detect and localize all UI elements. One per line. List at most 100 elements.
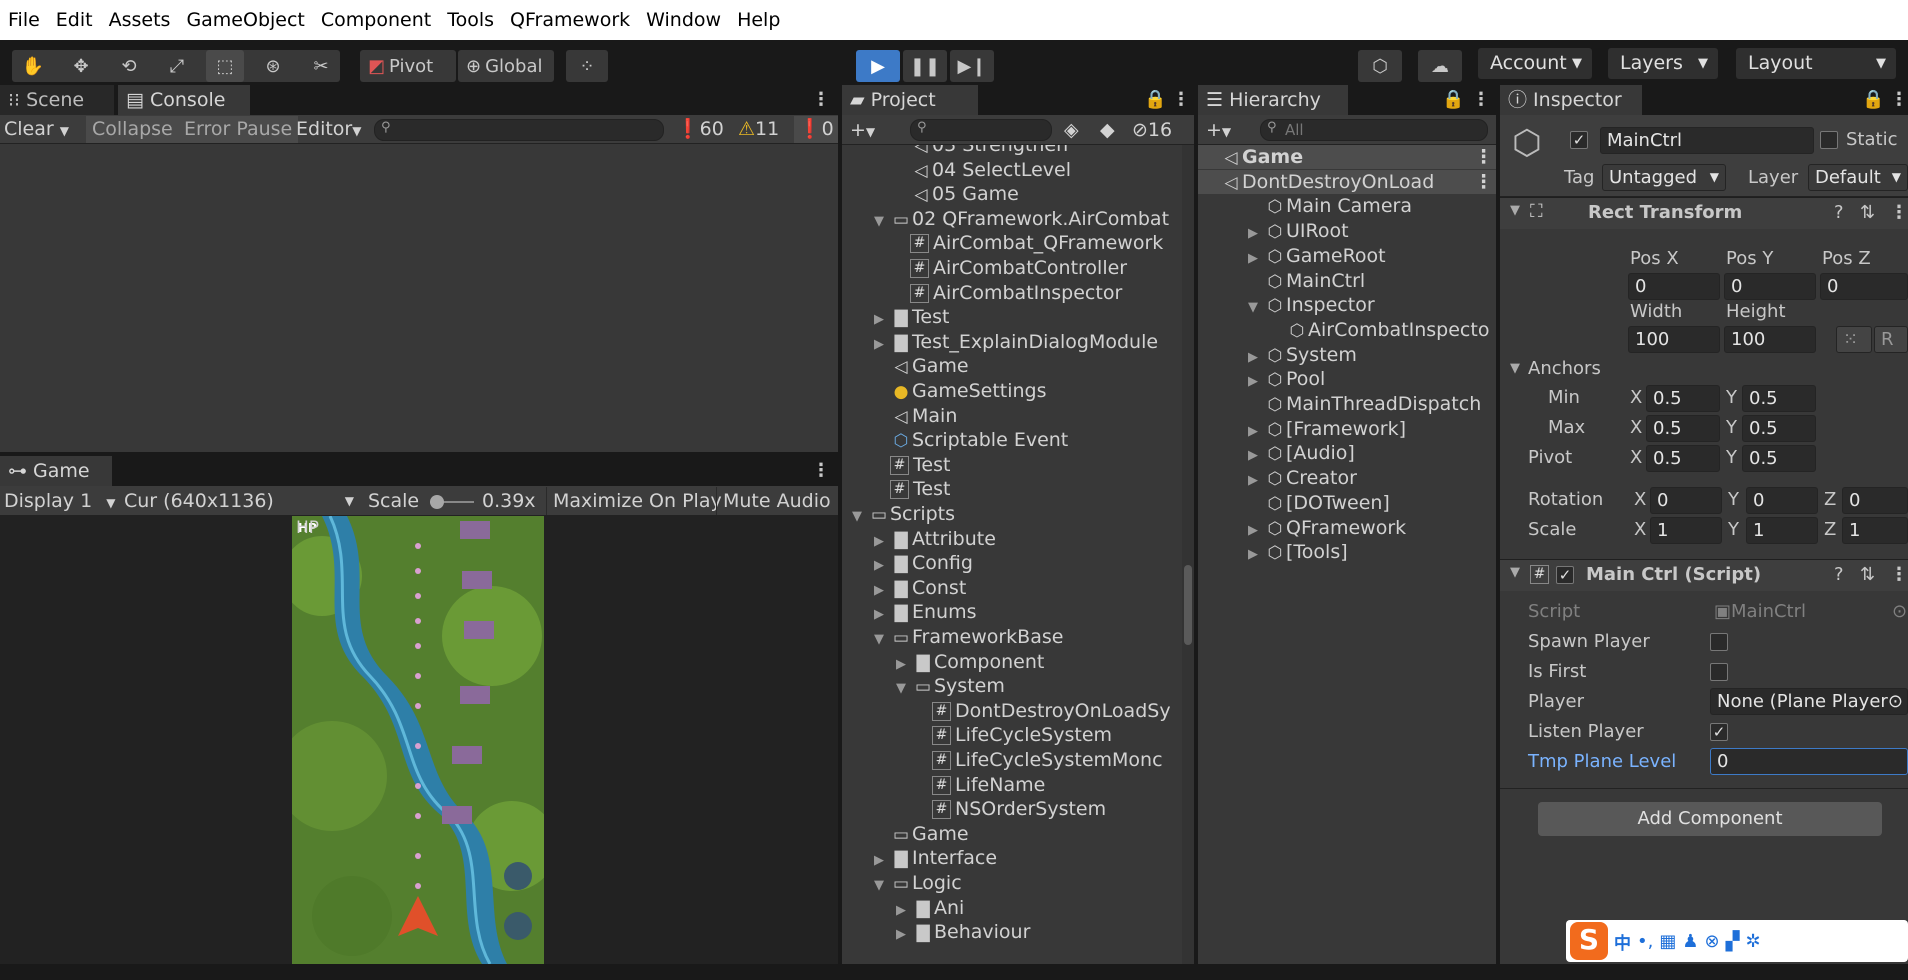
main-ctrl-script-header[interactable]: ▼ # ✓ Main Ctrl (Script) ? ⇅ ⋮ <box>1500 559 1908 591</box>
scale-x-input[interactable]: 1 <box>1650 517 1722 544</box>
chevron-down-icon[interactable]: ▼ <box>896 677 912 701</box>
more-icon[interactable]: ⋮ <box>1472 89 1490 110</box>
project-scrollbar[interactable] <box>1182 145 1194 964</box>
tab-inspector[interactable]: ⓘ Inspector <box>1500 85 1642 115</box>
hierarchy-item[interactable]: ⬡ Main Camera <box>1248 194 1412 218</box>
ime-settings-icon[interactable]: ✲ <box>1745 931 1760 952</box>
project-item[interactable]: ▶ ▇ Enums <box>874 600 977 624</box>
rotation-z-input[interactable]: 0 <box>1842 487 1908 514</box>
chevron-right-icon[interactable]: ▶ <box>874 554 890 578</box>
target-icon[interactable]: ⊙ <box>1888 689 1903 714</box>
more-icon[interactable]: ⋮ <box>812 460 830 481</box>
add-component-button[interactable]: Add Component <box>1538 802 1882 836</box>
more-icon[interactable]: ⋮ <box>1474 145 1493 169</box>
step-button[interactable]: ▶❙ <box>950 50 994 82</box>
script-field-value[interactable]: ▣MainCtrl <box>1714 601 1806 622</box>
chevron-down-icon[interactable]: ▼ <box>852 505 868 529</box>
project-item[interactable]: ▭ Game <box>874 822 969 846</box>
create-button[interactable]: +▼ <box>850 118 875 142</box>
transform-tool-icon[interactable]: ⊛ <box>254 50 292 82</box>
chevron-down-icon[interactable]: ▼ <box>874 210 890 234</box>
hidden-packages-toggle[interactable]: ⊘16 <box>1132 118 1172 142</box>
scrollbar-thumb[interactable] <box>1184 565 1192 645</box>
ime-game-icon[interactable]: ⊗ <box>1705 931 1720 952</box>
grid-snap-icon[interactable]: ⁘ <box>566 50 608 82</box>
collab-icon[interactable]: ⬡ <box>1358 50 1402 82</box>
error-pause-button[interactable]: Error Pause <box>178 116 299 143</box>
scale-z-input[interactable]: 1 <box>1842 517 1908 544</box>
posy-input[interactable]: 0 <box>1724 273 1816 300</box>
pivot-y-input[interactable]: 0.5 <box>1742 445 1816 472</box>
maximize-on-play-button[interactable]: Maximize On Play <box>546 487 728 515</box>
pause-button[interactable]: ❚❚ <box>903 50 947 82</box>
scale-y-input[interactable]: 1 <box>1746 517 1818 544</box>
blueprint-mode-icon[interactable]: ⁙ <box>1836 326 1872 353</box>
cloud-icon[interactable]: ☁ <box>1418 50 1462 82</box>
spawn-player-checkbox[interactable] <box>1710 633 1728 651</box>
hierarchy-item[interactable]: ⬡ MainCtrl <box>1248 269 1366 293</box>
project-item[interactable]: ▶ ▇ Interface <box>874 846 997 870</box>
chevron-right-icon[interactable]: ▶ <box>896 653 912 677</box>
layout-dropdown[interactable]: Layout ▼ <box>1736 48 1896 79</box>
play-button[interactable]: ▶ <box>856 50 900 82</box>
width-input[interactable]: 100 <box>1628 326 1720 353</box>
project-item[interactable]: # Test <box>874 453 950 477</box>
clear-button[interactable]: Clear ▼ <box>4 117 69 141</box>
custom-tool-icon[interactable]: ✂ <box>302 50 340 82</box>
hierarchy-scene-row[interactable]: ◁ Game <box>1204 145 1303 169</box>
chevron-right-icon[interactable]: ▶ <box>1248 346 1264 370</box>
log-count-badge[interactable]: ❗60 <box>676 117 724 141</box>
anchor-min-y-input[interactable]: 0.5 <box>1742 385 1816 412</box>
more-icon[interactable]: ⋮ <box>1172 89 1190 110</box>
hierarchy-item[interactable]: ▼ ⬡ Inspector <box>1248 293 1375 317</box>
menu-component[interactable]: Component <box>313 9 439 31</box>
static-checkbox[interactable] <box>1820 131 1838 149</box>
pivot-x-input[interactable]: 0.5 <box>1646 445 1720 472</box>
project-item[interactable]: ▼ ▭ 02 QFramework.AirCombat <box>874 207 1169 231</box>
ime-punct-icon[interactable]: •, <box>1637 931 1653 952</box>
ime-apps-icon[interactable]: ▞ <box>1726 931 1740 952</box>
chevron-right-icon[interactable]: ▶ <box>874 308 890 332</box>
chevron-right-icon[interactable]: ▶ <box>1248 543 1264 567</box>
tmp-plane-level-input[interactable]: 0 <box>1710 748 1908 775</box>
chevron-right-icon[interactable]: ▶ <box>1248 222 1264 246</box>
menu-qframework[interactable]: QFramework <box>502 9 638 31</box>
scale-slider[interactable] <box>430 495 474 509</box>
ime-chinese-icon[interactable]: 中 <box>1614 929 1631 954</box>
chevron-right-icon[interactable]: ▶ <box>874 849 890 873</box>
game-viewport[interactable]: HP HP <box>0 516 838 964</box>
hierarchy-scene-row[interactable]: ◁ DontDestroyOnLoad <box>1204 170 1434 194</box>
sogou-logo-icon[interactable]: S <box>1570 922 1608 960</box>
layer-dropdown[interactable]: Default ▼ <box>1808 164 1908 191</box>
menu-gameobject[interactable]: GameObject <box>178 9 312 31</box>
project-item[interactable]: ● GameSettings <box>874 379 1047 403</box>
hierarchy-item[interactable]: ▶ ⬡ GameRoot <box>1248 244 1386 268</box>
menu-window[interactable]: Window <box>638 9 729 31</box>
account-dropdown[interactable]: Account ▼ <box>1478 48 1592 79</box>
console-search-input[interactable]: ⚲ <box>374 119 664 141</box>
hand-tool-icon[interactable]: ✋ <box>14 50 52 82</box>
editor-dropdown[interactable]: Editor▼ <box>296 117 361 141</box>
chevron-down-icon[interactable]: ▼ <box>1248 296 1264 320</box>
chevron-right-icon[interactable]: ▶ <box>1248 370 1264 394</box>
hierarchy-item[interactable]: ▶ ⬡ [Tools] <box>1248 540 1348 564</box>
chevron-right-icon[interactable]: ▶ <box>1248 519 1264 543</box>
tag-dropdown[interactable]: Untagged ▼ <box>1602 164 1726 191</box>
project-item[interactable]: ▶ ▇ Attribute <box>874 527 996 551</box>
rect-tool-icon[interactable]: ⬚ <box>206 50 244 82</box>
project-item[interactable]: # AirCombatInspector <box>894 281 1122 305</box>
chevron-right-icon[interactable]: ▶ <box>896 899 912 923</box>
chevron-right-icon[interactable]: ▶ <box>874 603 890 627</box>
slider-handle[interactable] <box>430 495 444 509</box>
project-item[interactable]: ◁ 04 SelectLevel <box>894 158 1071 182</box>
project-item[interactable]: ▶ ▇ Behaviour <box>896 920 1030 944</box>
ime-user-icon[interactable]: ♟ <box>1682 931 1698 952</box>
move-tool-icon[interactable]: ✥ <box>62 50 100 82</box>
project-item[interactable]: ▶ ▇ Const <box>874 576 966 600</box>
help-icon[interactable]: ? <box>1834 564 1844 585</box>
project-item[interactable]: ▶ ▇ Config <box>874 551 973 575</box>
project-item[interactable]: ◁ Main <box>874 404 957 428</box>
menu-edit[interactable]: Edit <box>48 9 101 31</box>
active-checkbox[interactable]: ✓ <box>1570 131 1588 149</box>
more-icon[interactable]: ⋮ <box>1474 170 1493 194</box>
